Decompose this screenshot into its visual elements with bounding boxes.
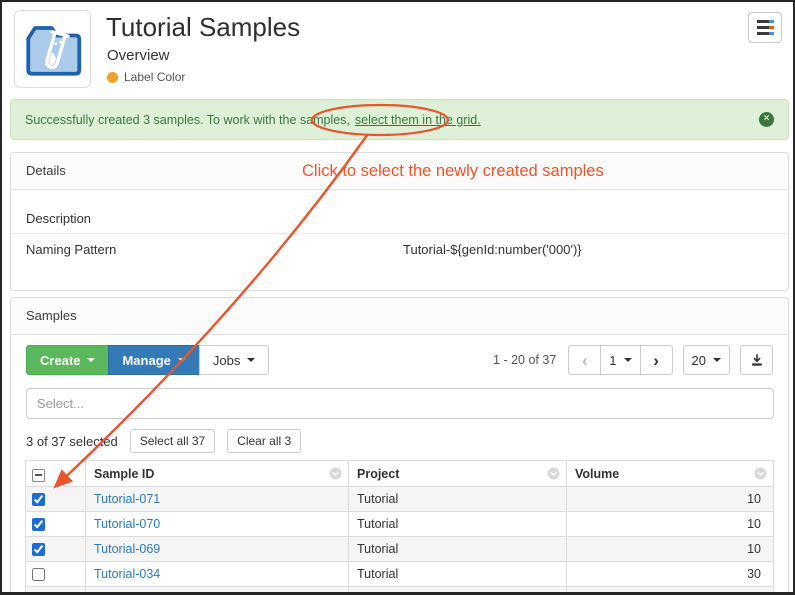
select-page-checkbox[interactable] — [32, 469, 45, 482]
volume-cell: 10 — [567, 512, 774, 537]
detail-row-naming-pattern: Naming Pattern Tutorial-${genId:number('… — [11, 234, 788, 265]
detail-label: Description — [26, 211, 91, 226]
caret-down-icon — [713, 358, 721, 362]
label-color-text: Label Color — [124, 70, 185, 84]
row-checkbox[interactable] — [32, 568, 45, 581]
table-row: Tutorial-034 Tutorial 30 — [26, 562, 774, 587]
column-menu-icon[interactable] — [754, 467, 767, 480]
download-icon — [750, 353, 764, 367]
detail-label: Naming Pattern — [26, 242, 116, 257]
samples-panel-heading: Samples — [11, 298, 788, 335]
hamburger-icon — [757, 20, 774, 23]
project-cell: Tutorial — [349, 487, 567, 512]
volume-cell: 30 — [567, 562, 774, 587]
details-panel: Details Description Naming Pattern Tutor… — [10, 152, 789, 291]
selection-status: 3 of 37 selected — [26, 434, 118, 449]
chevron-left-icon: ‹ — [582, 352, 588, 369]
caret-down-icon — [624, 358, 632, 362]
select-all-button[interactable]: Select all 37 — [130, 429, 215, 453]
table-row: Tutorial-070 Tutorial 10 — [26, 512, 774, 537]
table-row: Tutorial-071 Tutorial 10 — [26, 487, 774, 512]
caret-down-icon — [247, 358, 255, 362]
project-cell: Tutorial — [349, 537, 567, 562]
column-header-project[interactable]: Project — [349, 461, 567, 487]
pagination: 1 - 20 of 37 ‹ 1 › 20 — [493, 345, 773, 375]
column-header-volume[interactable]: Volume — [567, 461, 774, 487]
sample-link[interactable]: Tutorial-069 — [94, 542, 160, 556]
alert-close-icon[interactable]: × — [759, 112, 774, 127]
project-cell: Tutorial — [349, 512, 567, 537]
detail-value: Tutorial-${genId:number('000')} — [403, 234, 582, 265]
create-button[interactable]: Create — [26, 345, 109, 375]
jobs-button[interactable]: Jobs — [199, 345, 269, 375]
samples-grid: Sample ID Project Volume — [25, 460, 774, 595]
export-button[interactable] — [740, 345, 773, 375]
caret-down-icon — [87, 358, 95, 362]
page-title: Tutorial Samples — [106, 12, 300, 43]
app-window: Tutorial Samples Overview Label Color Su… — [0, 0, 795, 595]
sample-type-icon-card — [14, 10, 91, 88]
volume-cell: 10 — [567, 587, 774, 595]
column-menu-icon[interactable] — [547, 467, 560, 480]
sample-link[interactable]: Tutorial-070 — [94, 517, 160, 531]
row-checkbox[interactable] — [32, 518, 45, 531]
selection-status-row: 3 of 37 selected Select all 37 Clear all… — [26, 429, 773, 453]
grid-header-row: Sample ID Project Volume — [26, 461, 774, 487]
details-panel-heading: Details — [11, 153, 788, 190]
clear-all-button[interactable]: Clear all 3 — [227, 429, 301, 453]
alert-message: Successfully created 3 samples. To work … — [25, 113, 350, 127]
row-checkbox[interactable] — [32, 493, 45, 506]
chevron-right-icon: › — [653, 352, 659, 369]
grid-filter-input[interactable] — [26, 388, 774, 419]
action-button-group: Create Manage Jobs — [26, 345, 269, 375]
caret-down-icon — [178, 358, 186, 362]
page-subtitle: Overview — [107, 47, 170, 64]
label-color-dot-icon — [107, 72, 118, 83]
volume-cell: 10 — [567, 537, 774, 562]
table-row: Tutorial-069 Tutorial 10 — [26, 537, 774, 562]
sample-link[interactable]: Tutorial-034 — [94, 567, 160, 581]
product-menu-button[interactable] — [748, 12, 782, 43]
success-alert: Successfully created 3 samples. To work … — [10, 99, 789, 140]
select-in-grid-link[interactable]: select them in the grid. — [355, 113, 481, 127]
samples-panel: Samples Create Manage Jobs 1 - 20 of 37 — [10, 297, 789, 595]
column-menu-icon[interactable] — [329, 467, 342, 480]
sample-link[interactable]: Tutorial-071 — [94, 492, 160, 506]
detail-row-description: Description — [11, 203, 788, 234]
pagination-range: 1 - 20 of 37 — [493, 353, 556, 367]
row-checkbox[interactable] — [32, 543, 45, 556]
folder-testtube-icon — [23, 20, 83, 78]
project-cell: Tutorial — [349, 587, 567, 595]
prev-page-button[interactable]: ‹ — [568, 345, 601, 375]
table-row: Tutorial-033 Tutorial 10 — [26, 587, 774, 595]
next-page-button[interactable]: › — [640, 345, 673, 375]
page-size-dropdown[interactable]: 20 — [683, 345, 730, 375]
current-page-dropdown[interactable]: 1 — [600, 345, 640, 375]
manage-button[interactable]: Manage — [108, 345, 199, 375]
volume-cell: 10 — [567, 487, 774, 512]
column-header-sample-id[interactable]: Sample ID — [86, 461, 349, 487]
project-cell: Tutorial — [349, 562, 567, 587]
label-color-row: Label Color — [107, 70, 185, 84]
grid-toolbar: Create Manage Jobs 1 - 20 of 37 ‹ — [11, 335, 788, 385]
